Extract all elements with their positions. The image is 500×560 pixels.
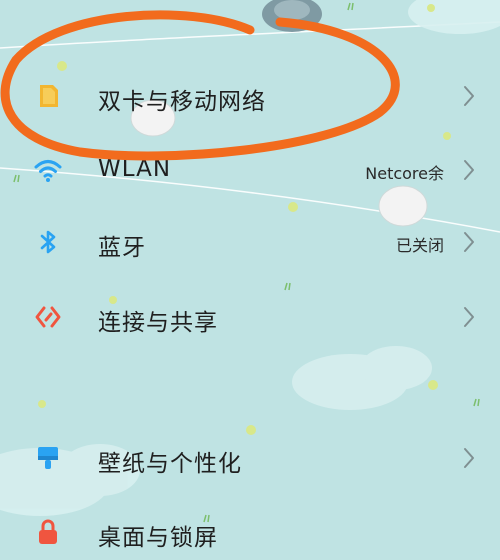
annotation-circle (0, 10, 400, 161)
